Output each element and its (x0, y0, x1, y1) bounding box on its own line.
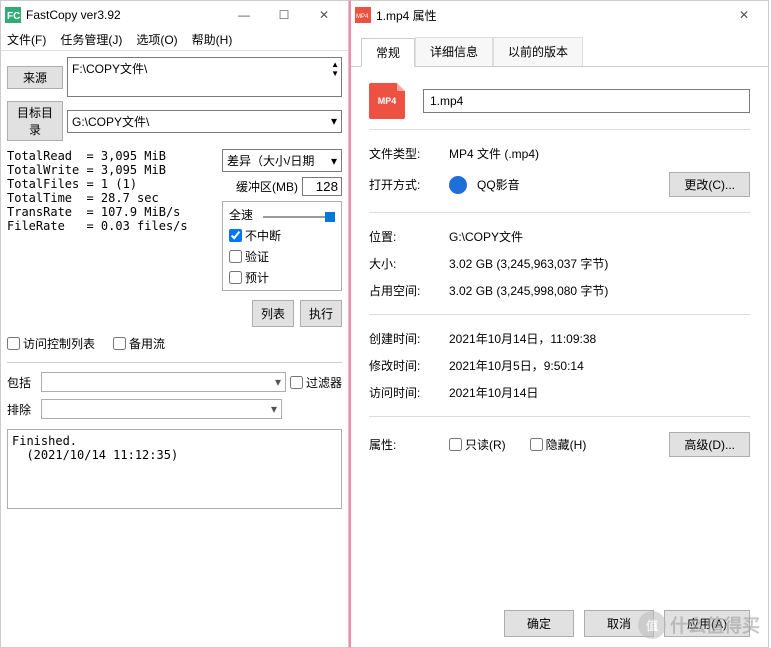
dest-button[interactable]: 目标目录 (7, 101, 63, 141)
fastcopy-window: FC FastCopy ver3.92 — ☐ ✕ 文件(F) 任务管理(J) … (0, 0, 349, 648)
ondisk-value: 3.02 GB (3,245,998,080 字节) (449, 282, 750, 299)
advanced-button[interactable]: 高级(D)... (669, 432, 750, 457)
svg-text:MP4: MP4 (356, 14, 369, 20)
openwith-label: 打开方式: (369, 176, 449, 193)
close-button[interactable]: ✕ (724, 2, 764, 28)
altstream-checkbox[interactable]: 备用流 (113, 335, 165, 352)
fastcopy-app-icon: FC (5, 7, 21, 23)
qqplayer-icon (449, 176, 467, 194)
estimate-checkbox[interactable]: 预计 (229, 269, 335, 286)
fastcopy-title: FastCopy ver3.92 (26, 8, 224, 22)
svg-text:FC: FC (7, 11, 20, 22)
buffer-input[interactable] (302, 177, 342, 196)
properties-window: MP4 1.mp4 属性 ✕ 常规 详细信息 以前的版本 MP4 文件类型: M… (349, 0, 769, 648)
readonly-checkbox[interactable]: 只读(R) (449, 436, 506, 453)
tab-general[interactable]: 常规 (361, 38, 415, 67)
stats-text: TotalRead = 3,095 MiB TotalWrite = 3,095… (7, 149, 216, 327)
tab-body-general: MP4 文件类型: MP4 文件 (.mp4) 打开方式: QQ影音 更改(C)… (351, 66, 768, 600)
verify-checkbox[interactable]: 验证 (229, 248, 335, 265)
menu-options[interactable]: 选项(O) (136, 31, 177, 48)
include-dropdown[interactable]: ▾ (41, 372, 286, 392)
accessed-value: 2021年10月14日 (449, 384, 750, 401)
menu-task[interactable]: 任务管理(J) (60, 31, 122, 48)
source-button[interactable]: 来源 (7, 66, 63, 89)
buffer-label: 缓冲区(MB) (236, 178, 298, 195)
type-label: 文件类型: (369, 145, 449, 162)
created-value: 2021年10月14日，11:09:38 (449, 330, 750, 347)
location-label: 位置: (369, 228, 449, 245)
menu-help[interactable]: 帮助(H) (192, 31, 233, 48)
properties-titlebar: MP4 1.mp4 属性 ✕ (351, 1, 768, 29)
fastcopy-menubar: 文件(F) 任务管理(J) 选项(O) 帮助(H) (1, 29, 348, 51)
mp4-file-icon: MP4 (355, 7, 371, 23)
properties-tabs: 常规 详细信息 以前的版本 (351, 29, 768, 66)
close-button[interactable]: ✕ (304, 2, 344, 28)
execute-button[interactable]: 执行 (300, 300, 342, 327)
speed-label: 全速 (229, 206, 253, 223)
speed-box: 全速 不中断 验证 预计 (222, 201, 342, 291)
type-value: MP4 文件 (.mp4) (449, 145, 750, 162)
modified-value: 2021年10月5日，9:50:14 (449, 357, 750, 374)
openwith-value: QQ影音 (477, 176, 520, 193)
attributes-label: 属性: (369, 436, 449, 453)
chevron-down-icon: ▾ (331, 114, 337, 128)
tab-previous[interactable]: 以前的版本 (493, 37, 583, 66)
tab-details[interactable]: 详细信息 (415, 37, 493, 66)
size-value: 3.02 GB (3,245,963,037 字节) (449, 255, 750, 272)
exclude-label: 排除 (7, 401, 37, 418)
filename-input[interactable] (423, 89, 750, 113)
ondisk-label: 占用空间: (369, 282, 449, 299)
speed-slider[interactable] (263, 216, 335, 218)
ok-button[interactable]: 确定 (504, 610, 574, 637)
mode-dropdown[interactable]: 差异（大小/日期 ▾ (222, 149, 342, 172)
updown-icon[interactable]: ▲▼ (331, 60, 339, 78)
modified-label: 修改时间: (369, 357, 449, 374)
list-button[interactable]: 列表 (252, 300, 294, 327)
minimize-button[interactable]: — (224, 2, 264, 28)
watermark-text: 什么值得买 (670, 612, 760, 638)
size-label: 大小: (369, 255, 449, 272)
menu-file[interactable]: 文件(F) (7, 31, 46, 48)
location-value: G:\COPY文件 (449, 228, 750, 245)
include-label: 包括 (7, 374, 37, 391)
file-type-icon: MP4 (369, 83, 405, 119)
change-button[interactable]: 更改(C)... (669, 172, 750, 197)
dest-path: G:\COPY文件\ (72, 113, 149, 130)
watermark-icon: 值 (638, 611, 666, 639)
maximize-button[interactable]: ☐ (264, 2, 304, 28)
dest-dropdown[interactable]: G:\COPY文件\ ▾ (67, 110, 342, 133)
source-input[interactable]: F:\COPY文件\ ▲▼ (67, 57, 342, 97)
exclude-dropdown[interactable]: ▾ (41, 399, 282, 419)
chevron-down-icon: ▾ (331, 154, 337, 168)
fastcopy-titlebar: FC FastCopy ver3.92 — ☐ ✕ (1, 1, 348, 29)
properties-title: 1.mp4 属性 (376, 7, 724, 24)
acl-checkbox[interactable]: 访问控制列表 (7, 335, 95, 352)
log-output: Finished. (2021/10/14 11:12:35) (7, 429, 342, 509)
accessed-label: 访问时间: (369, 384, 449, 401)
nonstop-checkbox[interactable]: 不中断 (229, 227, 335, 244)
mode-label: 差异（大小/日期 (227, 152, 314, 169)
hidden-checkbox[interactable]: 隐藏(H) (530, 436, 587, 453)
filter-checkbox[interactable]: 过滤器 (290, 374, 342, 391)
created-label: 创建时间: (369, 330, 449, 347)
source-path: F:\COPY文件\ (72, 62, 147, 76)
watermark: 值 什么值得买 (638, 611, 760, 639)
